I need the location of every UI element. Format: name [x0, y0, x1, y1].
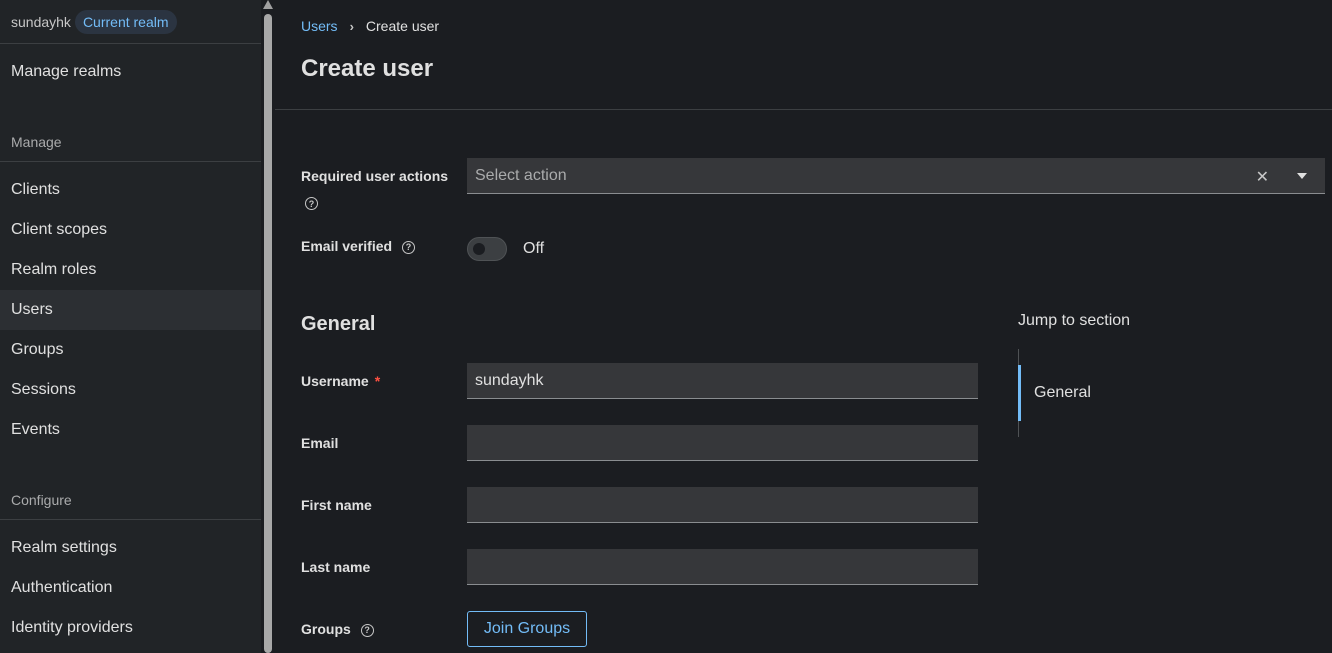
sidebar-scrollbar[interactable]: [261, 0, 275, 653]
sidebar-item-authentication[interactable]: Authentication: [0, 568, 261, 608]
sidebar: sundayhk Current realm Manage realms Man…: [0, 0, 261, 653]
required-actions-label: Required user actions: [301, 168, 448, 184]
sidebar-divider: [0, 161, 261, 162]
first-name-label: First name: [301, 497, 372, 513]
required-actions-placeholder: Select action: [475, 166, 567, 184]
chevron-right-icon: ›: [349, 18, 354, 34]
main-content: Users › Create user Create user Required…: [275, 0, 1332, 653]
required-asterisk: *: [374, 373, 381, 389]
username-field[interactable]: sundayhk: [467, 363, 978, 399]
jump-nav-active-indicator: [1018, 365, 1021, 421]
email-verified-toggle[interactable]: [467, 237, 507, 261]
groups-label: Groups ?: [301, 621, 374, 637]
sidebar-item-manage-realms[interactable]: Manage realms: [0, 52, 261, 92]
required-actions-help-icon[interactable]: ?: [305, 195, 318, 213]
jump-link-general[interactable]: General: [1034, 384, 1091, 402]
groups-label-text: Groups: [301, 621, 351, 637]
sidebar-section-configure: Configure: [11, 492, 72, 508]
sidebar-item-realm-roles[interactable]: Realm roles: [0, 250, 261, 290]
page-header: Users › Create user Create user: [275, 0, 1332, 110]
username-label-text: Username: [301, 373, 369, 389]
toggle-knob: [473, 243, 485, 255]
sidebar-divider: [0, 519, 261, 520]
email-verified-label: Email verified ?: [301, 238, 415, 254]
scrollbar-thumb[interactable]: [264, 14, 272, 653]
required-actions-select[interactable]: Select action ✕: [467, 158, 1325, 194]
sidebar-item-client-scopes[interactable]: Client scopes: [0, 210, 261, 250]
help-icon[interactable]: ?: [360, 623, 374, 637]
current-realm-badge: Current realm: [74, 9, 177, 34]
email-verified-state: Off: [523, 240, 545, 257]
email-verified-label-text: Email verified: [301, 238, 393, 254]
breadcrumb-current: Create user: [365, 18, 440, 34]
help-icon: ?: [305, 197, 318, 211]
email-label: Email: [301, 435, 339, 451]
section-title-general: General: [301, 313, 376, 335]
sidebar-item-clients[interactable]: Clients: [0, 170, 261, 210]
realm-selector[interactable]: sundayhk Current realm: [0, 0, 261, 44]
last-name-field[interactable]: [467, 549, 978, 585]
sidebar-item-identity-providers[interactable]: Identity providers: [0, 608, 261, 648]
breadcrumb-users-link[interactable]: Users: [301, 18, 338, 34]
first-name-field[interactable]: [467, 487, 978, 523]
help-icon[interactable]: ?: [401, 240, 415, 254]
sidebar-item-groups[interactable]: Groups: [0, 330, 261, 370]
page-title: Create user: [301, 55, 434, 82]
jump-to-section-title: Jump to section: [1018, 312, 1131, 329]
join-groups-button[interactable]: Join Groups: [467, 611, 587, 647]
sidebar-item-events[interactable]: Events: [0, 410, 261, 450]
realm-name: sundayhk: [11, 13, 71, 30]
sidebar-item-users[interactable]: Users: [0, 290, 261, 330]
last-name-label: Last name: [301, 559, 371, 575]
email-field[interactable]: [467, 425, 978, 461]
required-actions-label-text: Required user actions: [301, 168, 449, 184]
sidebar-item-sessions[interactable]: Sessions: [0, 370, 261, 410]
scroll-up-arrow-icon[interactable]: [263, 0, 273, 9]
breadcrumb: Users › Create user: [301, 18, 439, 34]
sidebar-item-realm-settings[interactable]: Realm settings: [0, 528, 261, 568]
sidebar-section-manage: Manage: [11, 134, 62, 150]
username-label: Username *: [301, 373, 380, 389]
caret-down-icon[interactable]: [1297, 173, 1307, 179]
clear-icon[interactable]: ✕: [1256, 167, 1269, 187]
